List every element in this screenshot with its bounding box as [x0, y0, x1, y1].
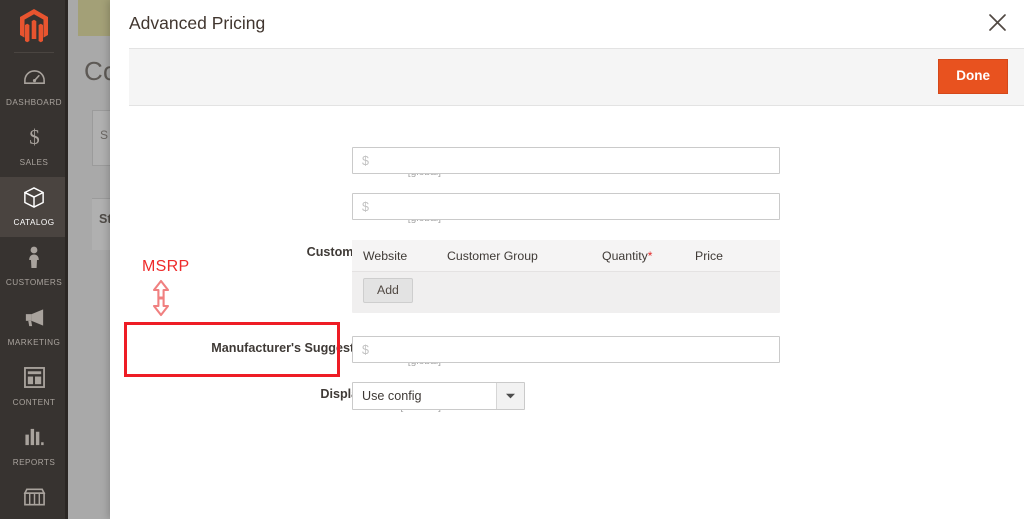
- annotation-msrp-label: MSRP: [142, 258, 190, 275]
- sidebar-item-label: CUSTOMERS: [5, 278, 63, 287]
- sidebar-item-dashboard[interactable]: DASHBOARD: [0, 57, 68, 117]
- sidebar-item-customers[interactable]: CUSTOMERS: [0, 237, 68, 297]
- sidebar-item-label: DASHBOARD: [6, 98, 62, 107]
- modal-header: Advanced Pricing: [110, 0, 1024, 48]
- msrp-input[interactable]: [352, 336, 780, 363]
- column-header-website: Website: [363, 248, 408, 263]
- page-title: Advanced Pricing: [129, 13, 266, 33]
- dollar-icon: $: [2, 125, 66, 149]
- sidebar-item-label: SALES: [19, 158, 49, 167]
- sidebar-item-content[interactable]: CONTENT: [0, 357, 68, 417]
- column-header-quantity-text: Quantity: [602, 248, 648, 263]
- customer-group-price-table: Website Customer Group Quantity* Price A…: [352, 240, 780, 313]
- svg-text:$: $: [29, 125, 40, 149]
- required-marker: *: [647, 248, 653, 263]
- sidebar-divider-top: [14, 52, 54, 53]
- sidebar-item-reports[interactable]: REPORTS: [0, 417, 68, 477]
- modal-action-bar: Done: [129, 48, 1024, 106]
- chevron-down-icon: [496, 383, 524, 409]
- storefront-icon: [2, 485, 66, 509]
- admin-sidebar: DASHBOARD $ SALES CATALOG CUSTOMERS MARK…: [0, 0, 68, 519]
- special-price-input[interactable]: [352, 147, 780, 174]
- sidebar-item-label: MARKETING: [7, 338, 61, 347]
- box-icon: [2, 185, 66, 209]
- cost-input[interactable]: [352, 193, 780, 220]
- display-actual-price-value: Use config: [362, 389, 422, 403]
- display-actual-price-select[interactable]: Use config: [352, 382, 525, 410]
- table-header-row: Website Customer Group Quantity* Price: [352, 240, 780, 272]
- advanced-pricing-modal: Advanced Pricing Done Special Price [glo…: [110, 0, 1024, 519]
- screen-root: Co S St DASHBOARD $ SALES CATALOG CUSTOM…: [0, 0, 1024, 519]
- bar-chart-icon: [2, 425, 66, 449]
- done-button[interactable]: Done: [938, 59, 1008, 94]
- sidebar-item-label: CATALOG: [13, 218, 55, 227]
- column-header-customer-group: Customer Group: [447, 248, 538, 263]
- megaphone-icon: [2, 305, 66, 329]
- table-body: Add: [352, 272, 780, 313]
- gauge-icon: [2, 65, 66, 89]
- double-arrow-vertical-icon: [151, 279, 171, 322]
- close-icon[interactable]: [986, 11, 1008, 33]
- sidebar-item-catalog[interactable]: CATALOG: [0, 177, 68, 237]
- sidebar-item-marketing[interactable]: MARKETING: [0, 297, 68, 357]
- add-button[interactable]: Add: [363, 278, 413, 304]
- magento-logo-icon[interactable]: [0, 0, 68, 52]
- column-header-quantity: Quantity*: [602, 249, 695, 263]
- sidebar-item-label: CONTENT: [12, 398, 56, 407]
- column-header-price: Price: [695, 248, 724, 263]
- sidebar-item-stores[interactable]: STORES: [0, 477, 68, 519]
- layout-icon: [2, 365, 66, 389]
- sidebar-item-sales[interactable]: $ SALES: [0, 117, 68, 177]
- sidebar-item-label: REPORTS: [12, 458, 56, 467]
- person-icon: [2, 245, 66, 269]
